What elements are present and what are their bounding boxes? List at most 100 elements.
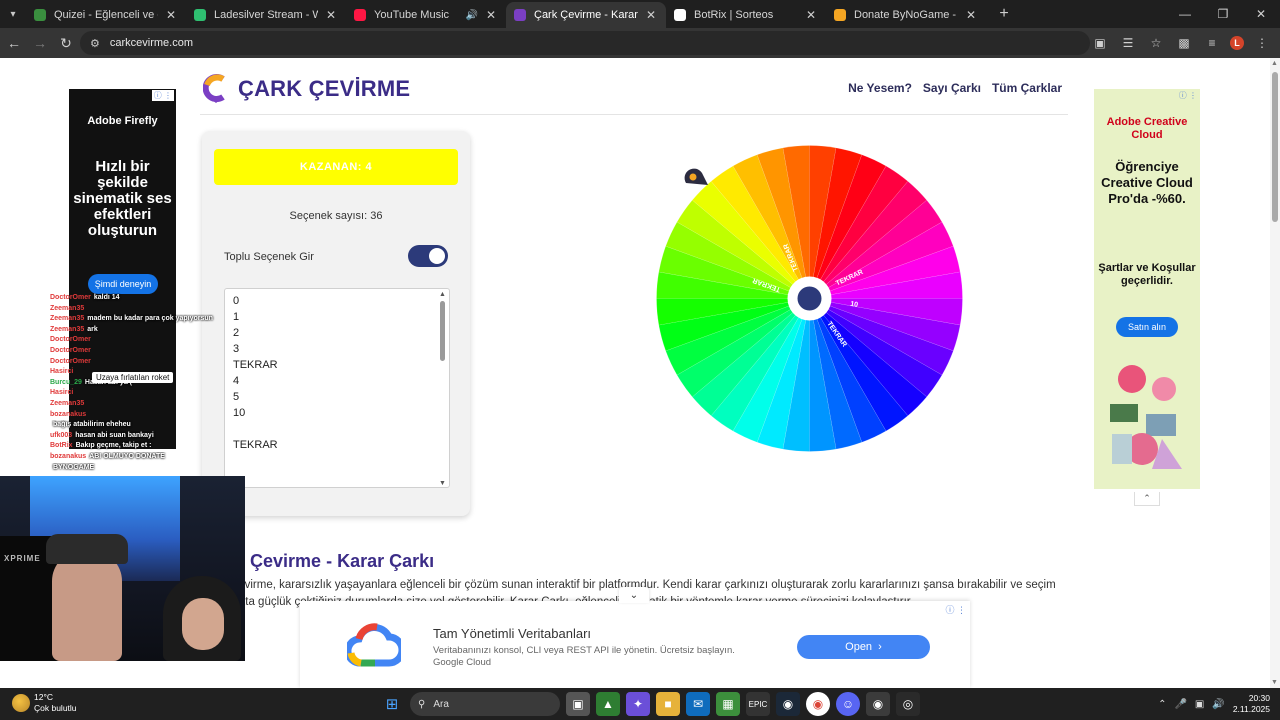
- chevron-up-icon[interactable]: ⌃: [1134, 492, 1160, 506]
- app-icon-green[interactable]: ▲: [596, 692, 620, 716]
- chat-username: bozanakus: [50, 410, 87, 418]
- tray-overflow-icon[interactable]: ⌃: [1158, 699, 1166, 710]
- ad-open-button[interactable]: Open ›: [797, 635, 930, 659]
- browser-tab[interactable]: Çark Çevirme - Karar Çarkı ✕: [506, 2, 666, 28]
- steam-icon[interactable]: ◉: [776, 692, 800, 716]
- tab-title: Quizei - Eğlenceli ve etkileşimli: [54, 9, 158, 21]
- chat-line: DoctorOmer: [50, 335, 280, 346]
- site-info-icon[interactable]: ⚙: [90, 37, 100, 50]
- nav-sayi-carki[interactable]: Sayı Çarkı: [923, 81, 981, 95]
- bottom-anchor-ad[interactable]: ⌄ ⓘ ⋮ Tam Yönetimli Veritabanları Verita…: [300, 587, 970, 688]
- ad-choices-icon[interactable]: ⓘ ⋮: [1179, 90, 1197, 101]
- browser-tab[interactable]: BotRix | Sorteos ✕: [666, 2, 826, 28]
- outlook-icon[interactable]: ✉: [686, 692, 710, 716]
- chrome-icon[interactable]: ◉: [806, 692, 830, 716]
- chat-message: ark: [87, 325, 98, 333]
- task-view-icon[interactable]: ▣: [566, 692, 590, 716]
- nav-tum-carklar[interactable]: Tüm Çarklar: [992, 81, 1062, 95]
- extensions-icon[interactable]: ▩: [1174, 33, 1194, 53]
- taskbar-clock[interactable]: 20:30 2.11.2025: [1233, 693, 1270, 715]
- right-ad[interactable]: ⓘ ⋮ Adobe Creative Cloud Öğrenciye Creat…: [1094, 89, 1200, 489]
- taskbar-search-label: Ara: [433, 698, 449, 710]
- back-button[interactable]: ←: [2, 31, 26, 55]
- chat-username: DoctorOmer: [50, 336, 91, 344]
- taskbar-search[interactable]: ⚲ Ara: [410, 692, 560, 716]
- copilot-icon[interactable]: ✦: [626, 692, 650, 716]
- restore-button[interactable]: ❐: [1204, 0, 1242, 28]
- spin-button-icon[interactable]: [797, 286, 822, 311]
- browser-menu-icon[interactable]: ⋮: [1252, 33, 1272, 53]
- weather-icon: [12, 694, 30, 712]
- scroll-down-icon[interactable]: ▼: [439, 480, 446, 487]
- ad-right-cta-button[interactable]: Satın alın: [1116, 317, 1178, 337]
- site-title[interactable]: ÇARK ÇEVİRME: [238, 76, 410, 102]
- chat-username: Zeeman35: [50, 304, 85, 312]
- tab-close-icon[interactable]: ✕: [964, 8, 978, 22]
- options-scrollbar[interactable]: ▲ ▼: [439, 291, 447, 487]
- browser-tab[interactable]: YouTube Music 🔊 ✕: [346, 2, 506, 28]
- tab-close-icon[interactable]: ✕: [644, 8, 658, 22]
- site-logo-icon[interactable]: [203, 73, 229, 103]
- discord-icon[interactable]: ☺: [836, 692, 860, 716]
- page-scroll-thumb[interactable]: [1272, 72, 1278, 222]
- reading-list-icon[interactable]: ≡: [1202, 33, 1222, 53]
- chat-line: bozanakus ABI OLMUYO DONATE: [50, 452, 280, 463]
- tab-title: Ladesilver Stream - Watch Live: [214, 9, 318, 21]
- tab-close-icon[interactable]: ✕: [164, 8, 178, 22]
- address-bar[interactable]: ⚙ carkcevirme.com: [80, 31, 1090, 55]
- decision-wheel[interactable]: TEKRARTEKRARTEKRARTEKRAR10: [656, 145, 963, 452]
- minimize-button[interactable]: —: [1166, 0, 1204, 28]
- tab-close-icon[interactable]: ✕: [324, 8, 338, 22]
- browser-tab[interactable]: Donate ByNoGame - BNG Strea ✕: [826, 2, 986, 28]
- bulk-input-label: Toplu Seçenek Gir: [224, 251, 314, 263]
- chat-message: madem bu kadar para çok yapıyorsun: [87, 315, 213, 323]
- ad-open-label: Open: [845, 641, 873, 653]
- epic-games-icon[interactable]: EPIC: [746, 692, 770, 716]
- scroll-down-icon[interactable]: ▼: [1271, 679, 1278, 686]
- chat-line: Hasirci: [50, 388, 280, 399]
- volume-icon[interactable]: 🔊: [1212, 699, 1224, 710]
- network-icon[interactable]: ▣: [1195, 699, 1204, 710]
- tab-audio-icon[interactable]: 🔊: [466, 10, 478, 21]
- new-tab-button[interactable]: +: [994, 5, 1014, 23]
- reload-button[interactable]: ↻: [54, 31, 78, 55]
- windows-start-icon[interactable]: ⊞: [380, 692, 404, 716]
- tab-close-icon[interactable]: ✕: [484, 8, 498, 22]
- ad-right-brand: Adobe Creative Cloud: [1106, 116, 1188, 141]
- browser-tab[interactable]: Quizei - Eğlenceli ve etkileşimli ✕: [26, 2, 186, 28]
- chevron-down-icon[interactable]: ⌄: [619, 587, 649, 603]
- page-scrollbar[interactable]: ▲ ▼: [1270, 58, 1280, 688]
- weather-widget[interactable]: 12°C Çok bulutlu: [12, 692, 77, 714]
- toolbar-icons: ▣ ☰ ☆ ▩ ≡ L ⋮: [1090, 31, 1272, 55]
- file-explorer-icon[interactable]: ■: [656, 692, 680, 716]
- ad-right-headline: Öğrenciye Creative Cloud Pro'da -%60.: [1101, 159, 1193, 206]
- scroll-up-icon[interactable]: ▲: [439, 291, 446, 298]
- options-scroll-thumb[interactable]: [440, 301, 445, 361]
- tab-title: YouTube Music: [374, 9, 450, 21]
- option-count: Seçenek sayısı: 36: [289, 210, 383, 222]
- tab-favicon-icon: [674, 9, 686, 21]
- ad-choices-icon[interactable]: ⓘ ⋮: [151, 90, 174, 101]
- ad-choices-icon[interactable]: ⓘ ⋮: [945, 603, 966, 616]
- cast-icon[interactable]: ▣: [1090, 33, 1110, 53]
- tab-favicon-icon: [834, 9, 846, 21]
- close-window-button[interactable]: ✕: [1242, 0, 1280, 28]
- tab-search-menu-icon[interactable]: ▾: [0, 0, 26, 28]
- browser-tab[interactable]: Ladesilver Stream - Watch Live ✕: [186, 2, 346, 28]
- scroll-up-icon[interactable]: ▲: [1271, 60, 1278, 67]
- tab-favicon-icon: [514, 9, 526, 21]
- forward-button[interactable]: →: [28, 31, 52, 55]
- microphone-icon[interactable]: 🎤: [1174, 699, 1186, 710]
- bookmark-star-icon[interactable]: ☆: [1146, 33, 1166, 53]
- minecraft-icon[interactable]: ▦: [716, 692, 740, 716]
- translate-icon[interactable]: ☰: [1118, 33, 1138, 53]
- profile-avatar[interactable]: L: [1230, 36, 1244, 50]
- obs-icon[interactable]: ◎: [896, 692, 920, 716]
- chat-username: ufk003: [50, 431, 73, 439]
- tab-close-icon[interactable]: ✕: [804, 8, 818, 22]
- ad-left-cta-button[interactable]: Şimdi deneyin: [88, 274, 158, 294]
- nav-ne-yesem[interactable]: Ne Yesem?: [848, 81, 912, 95]
- chrome-active-icon[interactable]: ◉: [866, 692, 890, 716]
- bulk-input-toggle[interactable]: [408, 245, 448, 267]
- ad-left-headline: Hızlı bir şekilde sinematik ses efektler…: [73, 158, 172, 239]
